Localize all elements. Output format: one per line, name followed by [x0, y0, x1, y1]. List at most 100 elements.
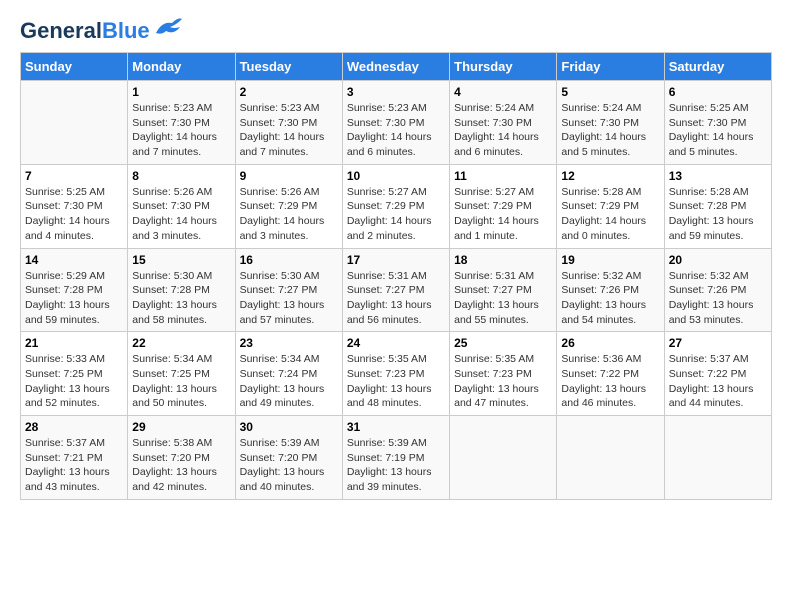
day-info: Sunrise: 5:23 AMSunset: 7:30 PMDaylight:…: [347, 101, 445, 160]
day-info: Sunrise: 5:27 AMSunset: 7:29 PMDaylight:…: [454, 185, 552, 244]
calendar-header-thursday: Thursday: [450, 53, 557, 81]
day-info: Sunrise: 5:25 AMSunset: 7:30 PMDaylight:…: [25, 185, 123, 244]
day-number: 22: [132, 336, 230, 350]
day-info: Sunrise: 5:28 AMSunset: 7:28 PMDaylight:…: [669, 185, 767, 244]
calendar-cell: 17 Sunrise: 5:31 AMSunset: 7:27 PMDayligh…: [342, 248, 449, 332]
day-number: 7: [25, 169, 123, 183]
day-number: 25: [454, 336, 552, 350]
day-info: Sunrise: 5:25 AMSunset: 7:30 PMDaylight:…: [669, 101, 767, 160]
calendar-cell: [21, 81, 128, 165]
calendar-header-wednesday: Wednesday: [342, 53, 449, 81]
calendar-cell: [450, 416, 557, 500]
calendar-cell: 13 Sunrise: 5:28 AMSunset: 7:28 PMDayligh…: [664, 164, 771, 248]
calendar-cell: [664, 416, 771, 500]
day-number: 8: [132, 169, 230, 183]
day-number: 12: [561, 169, 659, 183]
calendar-cell: 15 Sunrise: 5:30 AMSunset: 7:28 PMDayligh…: [128, 248, 235, 332]
day-info: Sunrise: 5:37 AMSunset: 7:22 PMDaylight:…: [669, 352, 767, 411]
calendar-cell: 6 Sunrise: 5:25 AMSunset: 7:30 PMDaylight…: [664, 81, 771, 165]
calendar-cell: 25Sunrise: 5:35 AMSunset: 7:23 PMDayligh…: [450, 332, 557, 416]
day-number: 27: [669, 336, 767, 350]
calendar-header-saturday: Saturday: [664, 53, 771, 81]
calendar-table: SundayMondayTuesdayWednesdayThursdayFrid…: [20, 52, 772, 500]
day-info: Sunrise: 5:39 AMSunset: 7:19 PMDaylight:…: [347, 436, 445, 495]
day-number: 5: [561, 85, 659, 99]
day-info: Sunrise: 5:33 AMSunset: 7:25 PMDaylight:…: [25, 352, 123, 411]
day-number: 20: [669, 253, 767, 267]
logo: GeneralBlue: [20, 20, 184, 42]
calendar-cell: 14 Sunrise: 5:29 AMSunset: 7:28 PMDayligh…: [21, 248, 128, 332]
day-info: Sunrise: 5:32 AMSunset: 7:26 PMDaylight:…: [669, 269, 767, 328]
calendar-cell: 24Sunrise: 5:35 AMSunset: 7:23 PMDayligh…: [342, 332, 449, 416]
calendar-cell: 5 Sunrise: 5:24 AMSunset: 7:30 PMDaylight…: [557, 81, 664, 165]
day-number: 28: [25, 420, 123, 434]
day-info: Sunrise: 5:32 AMSunset: 7:26 PMDaylight:…: [561, 269, 659, 328]
calendar-cell: 20 Sunrise: 5:32 AMSunset: 7:26 PMDayligh…: [664, 248, 771, 332]
calendar-cell: 11 Sunrise: 5:27 AMSunset: 7:29 PMDayligh…: [450, 164, 557, 248]
day-number: 23: [240, 336, 338, 350]
day-number: 15: [132, 253, 230, 267]
calendar-cell: 9Sunrise: 5:26 AMSunset: 7:29 PMDaylight…: [235, 164, 342, 248]
calendar-cell: 16 Sunrise: 5:30 AMSunset: 7:27 PMDayligh…: [235, 248, 342, 332]
calendar-week-row: 21 Sunrise: 5:33 AMSunset: 7:25 PMDayligh…: [21, 332, 772, 416]
header: GeneralBlue: [20, 20, 772, 42]
day-info: Sunrise: 5:31 AMSunset: 7:27 PMDaylight:…: [347, 269, 445, 328]
day-info: Sunrise: 5:34 AMSunset: 7:24 PMDaylight:…: [240, 352, 338, 411]
day-info: Sunrise: 5:24 AMSunset: 7:30 PMDaylight:…: [561, 101, 659, 160]
calendar-week-row: 7 Sunrise: 5:25 AMSunset: 7:30 PMDaylight…: [21, 164, 772, 248]
logo-bird-icon: [152, 13, 184, 41]
day-info: Sunrise: 5:30 AMSunset: 7:28 PMDaylight:…: [132, 269, 230, 328]
day-info: Sunrise: 5:30 AMSunset: 7:27 PMDaylight:…: [240, 269, 338, 328]
day-info: Sunrise: 5:37 AMSunset: 7:21 PMDaylight:…: [25, 436, 123, 495]
calendar-cell: 29Sunrise: 5:38 AMSunset: 7:20 PMDayligh…: [128, 416, 235, 500]
day-number: 13: [669, 169, 767, 183]
calendar-cell: 8 Sunrise: 5:26 AMSunset: 7:30 PMDaylight…: [128, 164, 235, 248]
day-number: 4: [454, 85, 552, 99]
calendar-cell: 31 Sunrise: 5:39 AMSunset: 7:19 PMDayligh…: [342, 416, 449, 500]
day-info: Sunrise: 5:27 AMSunset: 7:29 PMDaylight:…: [347, 185, 445, 244]
calendar-week-row: 28 Sunrise: 5:37 AMSunset: 7:21 PMDayligh…: [21, 416, 772, 500]
calendar-week-row: 14 Sunrise: 5:29 AMSunset: 7:28 PMDayligh…: [21, 248, 772, 332]
day-number: 1: [132, 85, 230, 99]
day-number: 6: [669, 85, 767, 99]
day-number: 2: [240, 85, 338, 99]
calendar-week-row: 1 Sunrise: 5:23 AMSunset: 7:30 PMDaylight…: [21, 81, 772, 165]
calendar-cell: 26Sunrise: 5:36 AMSunset: 7:22 PMDayligh…: [557, 332, 664, 416]
day-number: 16: [240, 253, 338, 267]
calendar-cell: 27 Sunrise: 5:37 AMSunset: 7:22 PMDayligh…: [664, 332, 771, 416]
day-number: 31: [347, 420, 445, 434]
calendar-header-friday: Friday: [557, 53, 664, 81]
calendar-header-row: SundayMondayTuesdayWednesdayThursdayFrid…: [21, 53, 772, 81]
day-number: 21: [25, 336, 123, 350]
day-info: Sunrise: 5:23 AMSunset: 7:30 PMDaylight:…: [240, 101, 338, 160]
calendar-cell: 21 Sunrise: 5:33 AMSunset: 7:25 PMDayligh…: [21, 332, 128, 416]
day-info: Sunrise: 5:31 AMSunset: 7:27 PMDaylight:…: [454, 269, 552, 328]
calendar-cell: 3 Sunrise: 5:23 AMSunset: 7:30 PMDaylight…: [342, 81, 449, 165]
day-number: 17: [347, 253, 445, 267]
calendar-cell: 10 Sunrise: 5:27 AMSunset: 7:29 PMDayligh…: [342, 164, 449, 248]
day-info: Sunrise: 5:29 AMSunset: 7:28 PMDaylight:…: [25, 269, 123, 328]
day-number: 30: [240, 420, 338, 434]
day-info: Sunrise: 5:26 AMSunset: 7:30 PMDaylight:…: [132, 185, 230, 244]
calendar-cell: 18Sunrise: 5:31 AMSunset: 7:27 PMDayligh…: [450, 248, 557, 332]
logo-text: GeneralBlue: [20, 20, 150, 42]
day-number: 14: [25, 253, 123, 267]
day-info: Sunrise: 5:39 AMSunset: 7:20 PMDaylight:…: [240, 436, 338, 495]
day-number: 11: [454, 169, 552, 183]
day-info: Sunrise: 5:24 AMSunset: 7:30 PMDaylight:…: [454, 101, 552, 160]
day-number: 3: [347, 85, 445, 99]
calendar-cell: 1Sunrise: 5:23 AMSunset: 7:30 PMDaylight…: [128, 81, 235, 165]
calendar-cell: [557, 416, 664, 500]
day-info: Sunrise: 5:36 AMSunset: 7:22 PMDaylight:…: [561, 352, 659, 411]
day-info: Sunrise: 5:28 AMSunset: 7:29 PMDaylight:…: [561, 185, 659, 244]
day-info: Sunrise: 5:34 AMSunset: 7:25 PMDaylight:…: [132, 352, 230, 411]
calendar-header-tuesday: Tuesday: [235, 53, 342, 81]
calendar-cell: 22 Sunrise: 5:34 AMSunset: 7:25 PMDayligh…: [128, 332, 235, 416]
day-number: 29: [132, 420, 230, 434]
calendar-cell: 19Sunrise: 5:32 AMSunset: 7:26 PMDayligh…: [557, 248, 664, 332]
calendar-header-monday: Monday: [128, 53, 235, 81]
calendar-cell: 28 Sunrise: 5:37 AMSunset: 7:21 PMDayligh…: [21, 416, 128, 500]
day-number: 10: [347, 169, 445, 183]
calendar-cell: 12 Sunrise: 5:28 AMSunset: 7:29 PMDayligh…: [557, 164, 664, 248]
day-info: Sunrise: 5:35 AMSunset: 7:23 PMDaylight:…: [347, 352, 445, 411]
